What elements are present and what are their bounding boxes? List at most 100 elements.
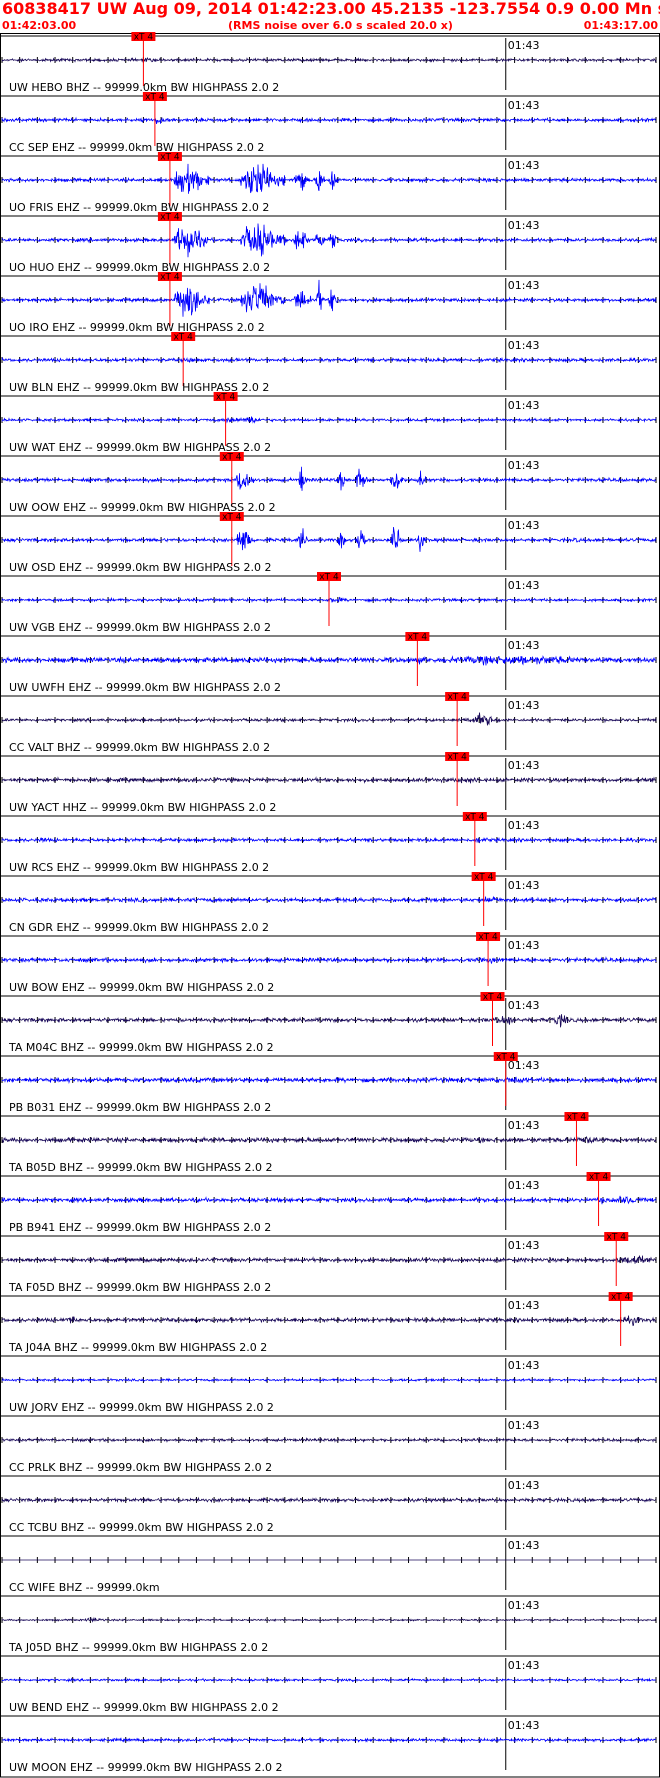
trace-label: UW BOW EHZ -- 99999.0km BW HIGHPASS 2.0 … — [9, 981, 274, 994]
minute-tick-label: 01:43 — [508, 1659, 540, 1672]
minute-tick-label: 01:43 — [508, 219, 540, 232]
pick-label: xT 4 — [222, 453, 242, 463]
trace-row: 01:43 CC WIFE BHZ -- 99999.0km — [0, 1535, 660, 1594]
trace-row: 01:43 xT 4 UW RCS EHZ -- 99999.0km BW HIGH… — [0, 812, 660, 874]
minute-tick-label: 01:43 — [508, 939, 540, 952]
minute-tick-label: 01:43 — [508, 999, 540, 1012]
trace-row: 01:43 xT 4 UW OSD EHZ -- 99999.0km BW HIGH… — [0, 512, 660, 574]
pick-label: xT 4 — [408, 633, 428, 643]
trace-row: 01:43 xT 4 UW VGB EHZ -- 99999.0km BW HIGH… — [0, 572, 660, 634]
trace-label: UO FRIS EHZ -- 99999.0km BW HIGHPASS 2.0… — [9, 201, 269, 214]
trace-label: CC PRLK BHZ -- 99999.0km BW HIGHPASS 2.0… — [9, 1461, 272, 1474]
waveform-trace — [1, 1315, 657, 1327]
trace-label: UW JORV EHZ -- 99999.0km BW HIGHPASS 2.0… — [9, 1401, 274, 1414]
minute-tick-label: 01:43 — [508, 519, 540, 532]
waveform-trace — [1, 1377, 657, 1383]
waveform-trace — [1, 712, 657, 726]
waveform-trace — [1, 895, 657, 904]
trace-row: 01:43 xT 4 CC VALT BHZ -- 99999.0km BW HIG… — [0, 692, 660, 754]
waveform-trace — [1, 1076, 657, 1084]
waveform-trace — [1, 655, 657, 666]
waveform-trace — [1, 1255, 657, 1264]
trace-row: 01:43 xT 4 UO FRIS EHZ -- 99999.0km BW HIG… — [0, 152, 660, 214]
trace-row: 01:43 UW BEND EHZ -- 99999.0km BW HIGHPAS… — [0, 1655, 660, 1714]
trace-label: TA J04A BHZ -- 99999.0km BW HIGHPASS 2.0… — [8, 1341, 267, 1354]
trace-row: 01:43 xT 4 UW BOW EHZ -- 99999.0km BW HIGH… — [0, 932, 660, 994]
trace-label: UW VGB EHZ -- 99999.0km BW HIGHPASS 2.0 … — [9, 621, 271, 634]
trace-row: 01:43xT 4UW OOW EHZ -- 99999.0km BW HIGH… — [0, 452, 660, 514]
trace-row: 01:43 CC TCBU BHZ -- 99999.0km BW HIGHPAS… — [0, 1475, 660, 1534]
minute-tick-label: 01:43 — [508, 879, 540, 892]
minute-tick-label: 01:43 — [508, 99, 540, 112]
waveform-trace — [1, 1677, 656, 1683]
trace-label: UW OSD EHZ -- 99999.0km BW HIGHPASS 2.0 … — [9, 561, 272, 574]
trace-row: 01:43 xT 4 CC SEP EHZ -- 99999.0km BW HIGH… — [0, 92, 660, 154]
trace-row: 01:43 UW MOON EHZ -- 99999.0km BW HIGHPAS… — [0, 1715, 660, 1774]
plot-frame — [0, 33, 660, 1778]
trace-label: CN GDR EHZ -- 99999.0km BW HIGHPASS 2.0 … — [9, 921, 269, 934]
trace-label: UW MOON EHZ -- 99999.0km BW HIGHPASS 2.0… — [9, 1761, 282, 1774]
trace-row: 01:43 CC PRLK BHZ -- 99999.0km BW HIGHPAS… — [0, 1415, 660, 1474]
pick-label: xT 4 — [447, 753, 467, 763]
trace-label: CC WIFE BHZ -- 99999.0km — [9, 1581, 160, 1594]
minute-tick-label: 01:43 — [508, 579, 540, 592]
trace-row: 01:43xT 4UW WAT EHZ -- 99999.0km BW HIGH… — [0, 392, 660, 454]
trace-label: UW RCS EHZ -- 99999.0km BW HIGHPASS 2.0 … — [9, 861, 269, 874]
minute-tick-label: 01:43 — [508, 1719, 540, 1732]
pick-label: xT 4 — [496, 1053, 516, 1063]
chart-title: 60838417 UW Aug 09, 2014 01:42:23.00 45.… — [2, 0, 660, 18]
trace-label: TA J05D BHZ -- 99999.0km BW HIGHPASS 2.0… — [8, 1641, 268, 1654]
waveform-trace — [1, 57, 657, 64]
waveform-trace — [1, 279, 657, 317]
waveform-trace — [1, 223, 657, 258]
minute-tick-label: 01:43 — [508, 759, 540, 772]
minute-tick-label: 01:43 — [508, 1599, 540, 1612]
minute-tick-label: 01:43 — [508, 1239, 540, 1252]
trace-row: 01:43 xT 4 TA J04A BHZ -- 99999.0km BW HIG… — [0, 1292, 660, 1354]
trace-label: CC TCBU BHZ -- 99999.0km BW HIGHPASS 2.0… — [9, 1521, 274, 1534]
trace-row: 01:43 xT 4 TA B05D BHZ -- 99999.0km BW HIG… — [0, 1112, 660, 1174]
waveform-trace — [1, 416, 657, 424]
minute-tick-label: 01:43 — [508, 819, 540, 832]
trace-panel: 01:43xT 4UW HEBO BHZ -- 99999.0km BW HIG… — [0, 32, 660, 1778]
trace-row: 01:43 xT 4 TA F05D BHZ -- 99999.0km BW HIG… — [0, 1232, 660, 1294]
trace-row: 01:43 xT 4 UO HUO EHZ -- 99999.0km BW HIGH… — [0, 212, 660, 274]
pick-label: xT 4 — [134, 33, 154, 43]
trace-row: 01:43 xT 4 UO IRO EHZ -- 99999.0km BW HIGH… — [0, 272, 660, 334]
trace-row: 01:43 xT 4 UW YACT HHZ -- 99999.0km BW HIG… — [0, 752, 660, 814]
minute-tick-label: 01:43 — [508, 1359, 540, 1372]
trace-label: UW BEND EHZ -- 99999.0km BW HIGHPASS 2.0… — [9, 1701, 279, 1714]
pick-label: xT 4 — [465, 813, 485, 823]
waveform-trace — [1, 466, 657, 491]
start-time-label: 01:42:03.00 — [2, 19, 77, 32]
pick-label: xT 4 — [589, 1173, 609, 1183]
pick-label: xT 4 — [173, 333, 193, 343]
pick-label: xT 4 — [145, 93, 165, 103]
minute-tick-label: 01:43 — [508, 639, 540, 652]
waveform-trace — [1, 356, 657, 364]
minute-tick-label: 01:43 — [508, 1299, 540, 1312]
trace-label: TA F05D BHZ -- 99999.0km BW HIGHPASS 2.0… — [8, 1281, 271, 1294]
waveform-trace — [1, 1195, 657, 1205]
pick-label: xT 4 — [478, 933, 498, 943]
chart-subtitle: (RMS noise over 6.0 s scaled 20.0 x) — [228, 19, 453, 32]
waveform-trace — [1, 1737, 657, 1743]
minute-tick-label: 01:43 — [508, 1479, 540, 1492]
minute-tick-label: 01:43 — [508, 1119, 540, 1132]
pick-label: xT 4 — [447, 693, 467, 703]
pick-label: xT 4 — [160, 273, 180, 283]
trace-label: TA M04C BHZ -- 99999.0km BW HIGHPASS 2.0… — [8, 1041, 274, 1054]
waveform-trace — [1, 836, 657, 844]
waveform-trace — [1, 1135, 657, 1144]
trace-label: PB B031 EHZ -- 99999.0km BW HIGHPASS 2.0… — [9, 1101, 271, 1114]
trace-label: UW UWFH EHZ -- 99999.0km BW HIGHPASS 2.0… — [9, 681, 281, 694]
waveform-trace — [1, 776, 657, 784]
minute-tick-label: 01:43 — [508, 1179, 540, 1192]
seismogram-plot: 60838417 UW Aug 09, 2014 01:42:23.00 45.… — [0, 0, 660, 1778]
pick-label: xT 4 — [607, 1233, 627, 1243]
minute-tick-label: 01:43 — [508, 1419, 540, 1432]
minute-tick-label: 01:43 — [508, 699, 540, 712]
trace-label: TA B05D BHZ -- 99999.0km BW HIGHPASS 2.0… — [8, 1161, 273, 1174]
pick-label: xT 4 — [483, 993, 503, 1003]
trace-row: 01:43 xT 4 TA M04C BHZ -- 99999.0km BW HIG… — [0, 992, 660, 1054]
